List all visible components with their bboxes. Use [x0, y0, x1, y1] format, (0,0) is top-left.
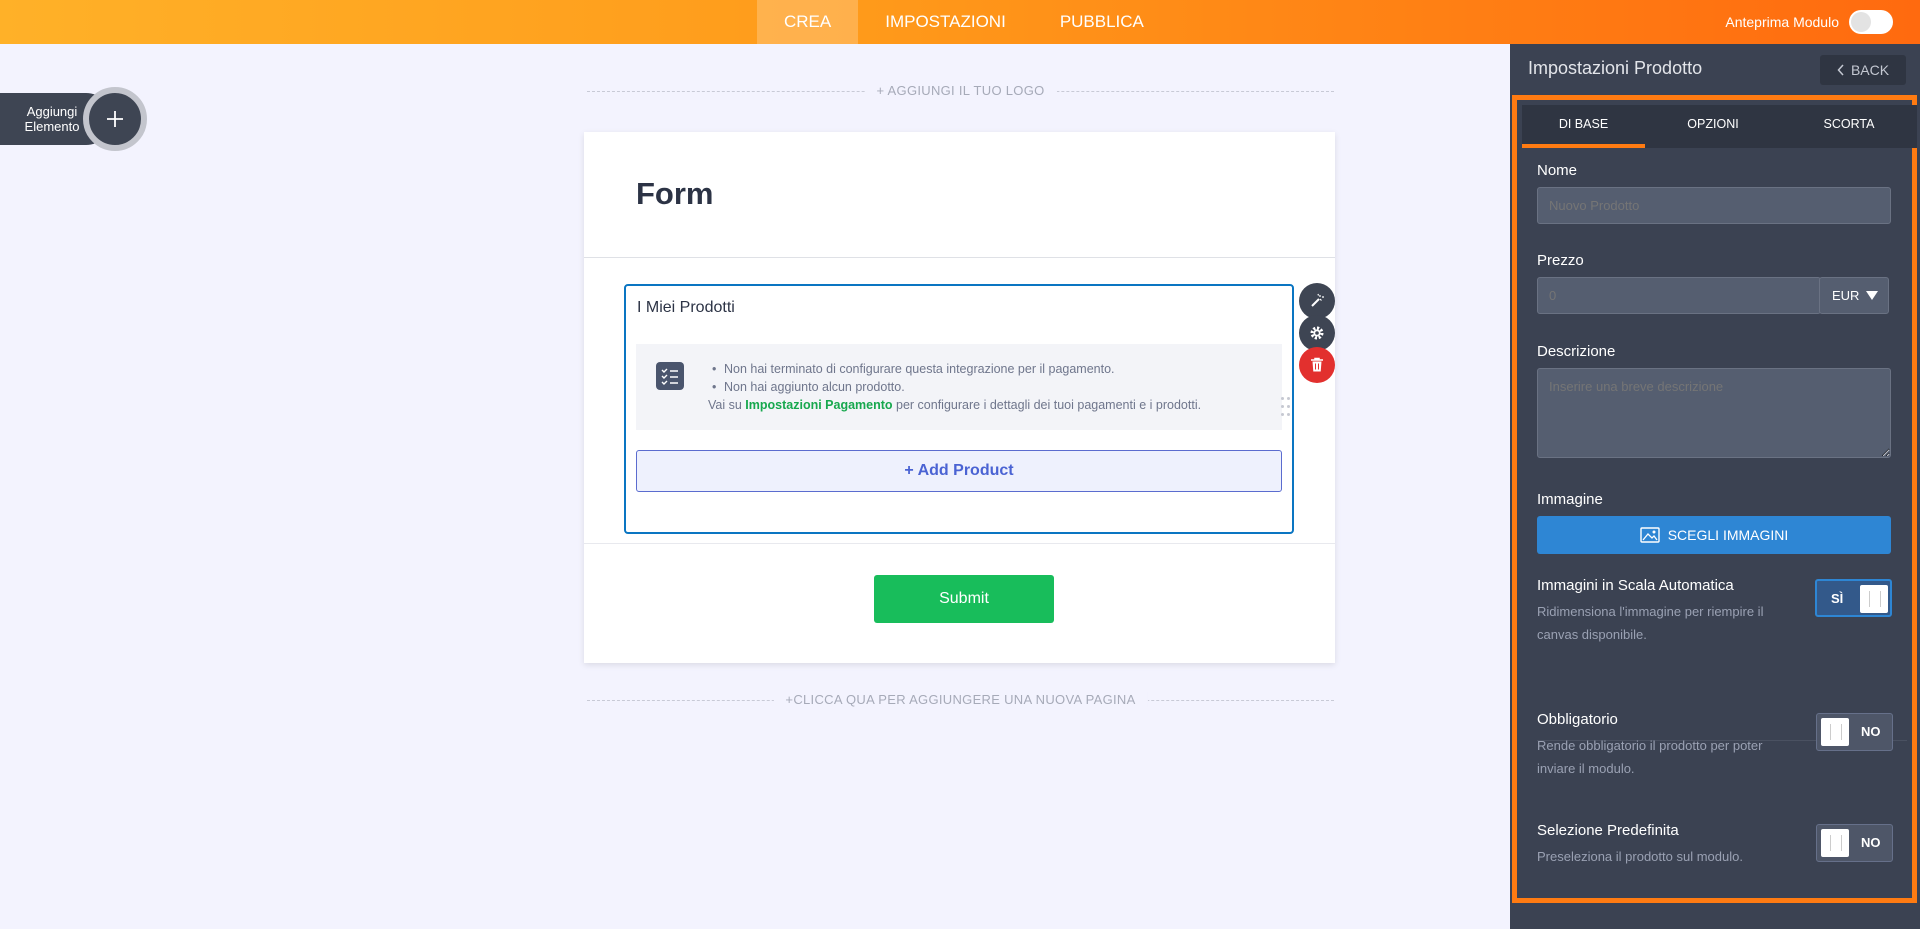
- products-widget[interactable]: I Miei Prodotti Non hai terminato di con…: [624, 284, 1294, 534]
- required-toggle-value: NO: [1861, 724, 1881, 739]
- name-label: Nome: [1537, 162, 1578, 179]
- warning-item: Non hai terminato di configurare questa …: [712, 360, 1115, 378]
- panel-highlight-box: DI BASE OPZIONI SCORTA Nome Prezzo EUR D…: [1512, 95, 1917, 903]
- plus-icon: [107, 111, 123, 127]
- back-button[interactable]: BACK: [1820, 55, 1906, 85]
- description-label: Descrizione: [1537, 343, 1616, 360]
- payment-warning-box: Non hai terminato di configurare questa …: [636, 344, 1282, 430]
- image-icon: [1640, 527, 1660, 543]
- default-selection-toggle-value: NO: [1861, 835, 1881, 850]
- drag-handle[interactable]: [1281, 397, 1291, 419]
- chevron-left-icon: [1837, 64, 1844, 76]
- autoscale-toggle-knob: [1860, 585, 1888, 613]
- form-header-divider: [584, 257, 1335, 258]
- add-product-button[interactable]: + Add Product: [636, 450, 1282, 492]
- caret-down-icon: [1866, 291, 1878, 300]
- choose-images-button[interactable]: SCEGLI IMMAGINI: [1537, 516, 1891, 554]
- add-element-label-line1: Aggiungi: [26, 104, 78, 119]
- name-input[interactable]: [1537, 187, 1891, 224]
- default-selection-toggle-knob: [1821, 829, 1849, 857]
- back-label: BACK: [1850, 62, 1890, 78]
- trash-icon: [1311, 357, 1323, 372]
- form-card: Form I Miei Prodotti Non hai terminato d…: [584, 132, 1335, 663]
- autoscale-toggle-value: SÌ: [1831, 591, 1844, 606]
- submit-divider: [584, 543, 1335, 544]
- payment-settings-link[interactable]: Impostazioni Pagamento: [745, 398, 892, 412]
- currency-select[interactable]: EUR: [1819, 277, 1889, 314]
- settings-button[interactable]: [1299, 315, 1335, 351]
- autoscale-toggle[interactable]: SÌ: [1815, 579, 1892, 617]
- required-toggle-knob: [1821, 718, 1849, 746]
- add-element-label: Aggiungi Elemento: [14, 104, 90, 134]
- required-toggle[interactable]: NO: [1816, 713, 1893, 751]
- warning-item: Non hai aggiunto alcun prodotto.: [712, 378, 1115, 396]
- payment-hint-suffix: per configurare i dettagli dei tuoi paga…: [892, 398, 1202, 412]
- warning-list: Non hai terminato di configurare questa …: [712, 360, 1115, 396]
- tab-opzioni[interactable]: OPZIONI: [1645, 105, 1781, 148]
- add-element-button[interactable]: [83, 87, 147, 151]
- add-logo-link[interactable]: + AGGIUNGI IL TUO LOGO: [864, 83, 1057, 98]
- gear-icon: [1310, 326, 1324, 340]
- submit-button[interactable]: Submit: [874, 575, 1054, 623]
- add-logo-divider[interactable]: + AGGIUNGI IL TUO LOGO: [587, 83, 1334, 99]
- payment-hint-prefix: Vai su: [708, 398, 746, 412]
- currency-value: EUR: [1832, 288, 1860, 303]
- required-description: Rende obbligatorio il prodotto per poter…: [1537, 738, 1763, 776]
- top-navigation-bar: CREA IMPOSTAZIONI PUBBLICA Anteprima Mod…: [0, 0, 1920, 44]
- choose-images-label: SCEGLI IMMAGINI: [1667, 527, 1789, 543]
- preview-label: Anteprima Modulo: [1725, 14, 1839, 30]
- tab-impostazioni[interactable]: IMPOSTAZIONI: [858, 0, 1033, 44]
- panel-tabs: DI BASE OPZIONI SCORTA: [1522, 105, 1917, 148]
- required-label: Obbligatorio: [1537, 711, 1618, 728]
- price-input[interactable]: [1537, 277, 1821, 314]
- magic-wand-icon: [1311, 293, 1324, 307]
- add-page-divider[interactable]: +CLICCA QUA PER AGGIUNGERE UNA NUOVA PAG…: [587, 692, 1334, 708]
- checklist-icon: [656, 362, 684, 390]
- autoscale-label: Immagini in Scala Automatica: [1537, 577, 1734, 594]
- image-label: Immagine: [1537, 491, 1603, 508]
- default-selection-toggle[interactable]: NO: [1816, 824, 1893, 862]
- autoscale-description: Ridimensiona l'immagine per riempire il …: [1537, 604, 1764, 642]
- add-page-link[interactable]: +CLICCA QUA PER AGGIUNGERE UNA NUOVA PAG…: [773, 692, 1148, 707]
- description-textarea[interactable]: [1537, 368, 1891, 458]
- default-selection-label: Selezione Predefinita: [1537, 822, 1679, 839]
- delete-button[interactable]: [1299, 347, 1335, 383]
- default-selection-description: Preseleziona il prodotto sul modulo.: [1537, 849, 1743, 864]
- price-label: Prezzo: [1537, 252, 1584, 269]
- preview-toggle[interactable]: [1849, 10, 1893, 34]
- widget-title[interactable]: I Miei Prodotti: [637, 299, 735, 317]
- form-title[interactable]: Form: [636, 176, 714, 212]
- form-preview-control: Anteprima Modulo: [1725, 0, 1893, 44]
- wand-button[interactable]: [1299, 283, 1335, 319]
- main-tabs: CREA IMPOSTAZIONI PUBBLICA: [757, 0, 1171, 44]
- tab-crea[interactable]: CREA: [757, 0, 859, 44]
- payment-hint: Vai su Impostazioni Pagamento per config…: [708, 398, 1201, 412]
- tab-scorta[interactable]: SCORTA: [1781, 105, 1917, 148]
- panel-title: Impostazioni Prodotto: [1528, 58, 1703, 78]
- preview-toggle-knob: [1851, 12, 1871, 32]
- tab-pubblica[interactable]: PUBBLICA: [1033, 0, 1171, 44]
- tab-di-base[interactable]: DI BASE: [1522, 105, 1645, 148]
- add-element-label-line2: Elemento: [24, 119, 80, 134]
